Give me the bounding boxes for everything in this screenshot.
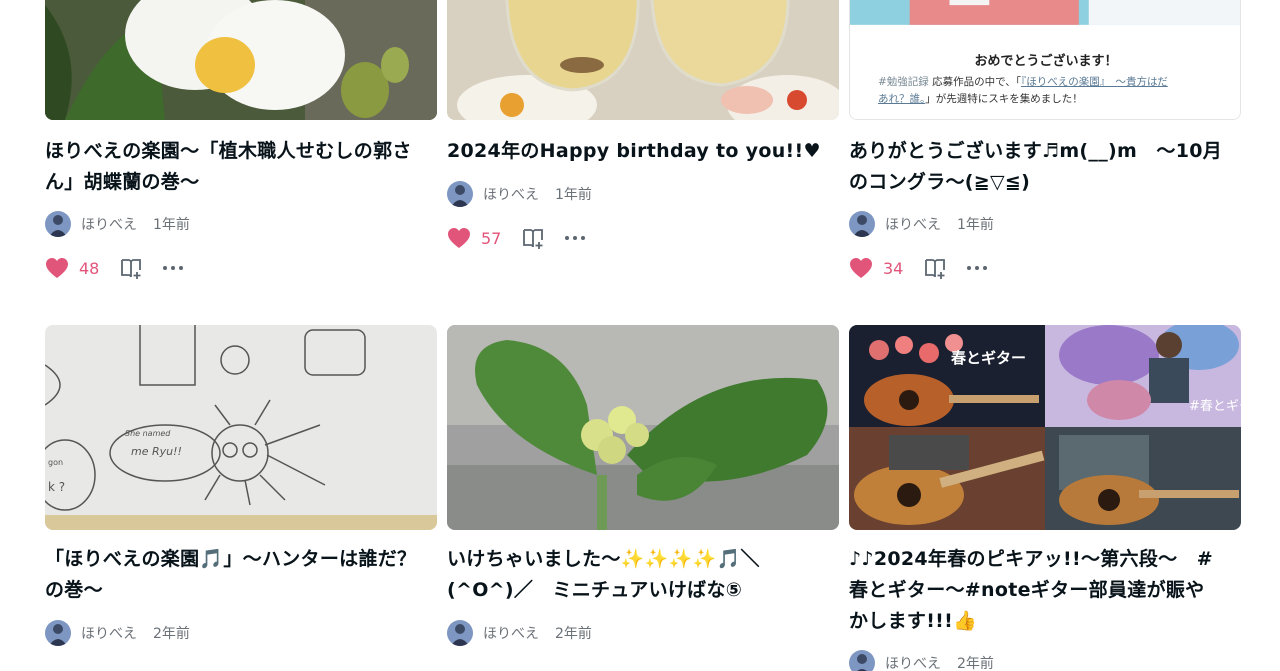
more-dots-icon[interactable]	[161, 256, 185, 280]
card-thumbnail[interactable]	[447, 325, 839, 530]
post-time: 1年前	[555, 187, 592, 203]
bookmark-add-icon[interactable]	[521, 226, 545, 250]
card-meta: ほりべえ 1年前	[447, 181, 592, 207]
title-line: 「ほりべえの楽園🎵」〜ハンターは誰だ？	[45, 548, 417, 570]
avatar[interactable]	[447, 181, 473, 207]
post-time: 2年前	[153, 626, 190, 642]
heart-icon[interactable]	[849, 257, 873, 279]
drawing-text: me Ryu!!	[131, 445, 182, 458]
title-line: のコングラ〜(≧▽≦)	[849, 171, 1031, 193]
article-link: あれ？誰。	[878, 93, 926, 105]
like-count: 48	[79, 258, 100, 278]
author-name[interactable]: ほりべえ	[483, 184, 539, 204]
avatar[interactable]	[447, 620, 473, 646]
drawing-text: k ?	[48, 480, 66, 494]
congrats-text: 」が先週特にスキを集めました！	[925, 93, 1083, 105]
card-title[interactable]: 「ほりべえの楽園🎵」〜ハンターは誰だ？ の巻〜	[45, 544, 437, 606]
tag-link: #勉強記録	[878, 76, 929, 88]
thumb-overlay-text: 春とギター	[951, 349, 1027, 367]
card-title[interactable]: ほりべえの楽園〜「植木職人せむしの郭さ ん」胡蝶蘭の巻〜	[45, 136, 437, 198]
card-title[interactable]: いけちゃいました〜✨✨✨✨🎵＼ (^O^)／ ミニチュアいけばな⑤	[447, 544, 839, 606]
congrats-text: 応募作品の中で、「	[932, 76, 1021, 88]
heart-icon[interactable]	[447, 227, 471, 249]
card-actions: 34	[849, 255, 989, 281]
author-name[interactable]: ほりべえ	[81, 623, 137, 643]
card-thumbnail[interactable]: おめでとうございます！ #勉強記録 応募作品の中で、「『ほりべえの楽園』 〜貴方…	[849, 0, 1241, 120]
thumb-overlay-text: #春とギタ	[1189, 399, 1241, 414]
title-line: 2024年のHappy birthday to you!!♥	[447, 140, 821, 162]
author-name[interactable]: ほりべえ	[885, 214, 941, 234]
author-name[interactable]: ほりべえ	[885, 653, 941, 671]
avatar[interactable]	[849, 650, 875, 671]
more-dots-icon[interactable]	[965, 256, 989, 280]
card-title[interactable]: 2024年のHappy birthday to you!!♥	[447, 136, 839, 167]
drawing-text: gon	[48, 458, 64, 467]
card-meta: ほりべえ 2年前	[849, 650, 994, 671]
author-name[interactable]: ほりべえ	[81, 214, 137, 234]
title-line: ありがとうございます♬m(__)m 〜10月	[849, 140, 1223, 162]
heart-icon[interactable]	[45, 257, 69, 279]
avatar[interactable]	[849, 211, 875, 237]
card-thumbnail[interactable]	[447, 0, 839, 120]
title-line: かします!!!👍	[849, 610, 978, 632]
title-line: の巻〜	[45, 579, 103, 601]
congrats-line2: あれ？誰。」が先週特にスキを集めました！	[878, 91, 1228, 106]
card-actions: 48	[45, 255, 185, 281]
card-title[interactable]: ありがとうございます♬m(__)m 〜10月 のコングラ〜(≧▽≦)	[849, 136, 1241, 198]
post-time: 2年前	[555, 626, 592, 642]
title-line: 春とギター〜#noteギター部員達が賑や	[849, 579, 1205, 601]
card-meta: ほりべえ 1年前	[849, 211, 994, 237]
title-line: (^O^)／ ミニチュアいけばな⑤	[447, 579, 743, 601]
card-title[interactable]: ♪♪2024年春のピキアッ!!〜第六段〜 # 春とギター〜#noteギター部員達…	[849, 544, 1241, 637]
author-name[interactable]: ほりべえ	[483, 623, 539, 643]
congrats-heading: おめでとうございます！	[974, 54, 1118, 69]
title-line: ん」胡蝶蘭の巻〜	[45, 171, 200, 193]
post-time: 1年前	[957, 217, 994, 233]
bookmark-add-icon[interactable]	[119, 256, 143, 280]
title-line: いけちゃいました〜✨✨✨✨🎵＼	[447, 548, 760, 570]
card-meta: ほりべえ 2年前	[447, 620, 592, 646]
post-time: 2年前	[957, 656, 994, 671]
article-link: 『ほりべえの楽園』 〜貴方はだ	[1021, 76, 1168, 88]
card-thumbnail[interactable]: 春とギター #春とギタ	[849, 325, 1241, 530]
card-thumbnail[interactable]: She named me Ryu!! gon k ?	[45, 325, 437, 530]
card-thumbnail[interactable]	[45, 0, 437, 120]
avatar[interactable]	[45, 211, 71, 237]
like-count: 57	[481, 228, 502, 248]
avatar[interactable]	[45, 620, 71, 646]
congrats-line1: #勉強記録 応募作品の中で、「『ほりべえの楽園』 〜貴方はだ	[878, 74, 1228, 89]
card-meta: ほりべえ 1年前	[45, 211, 190, 237]
drawing-text: She named	[125, 429, 171, 438]
bookmark-add-icon[interactable]	[923, 256, 947, 280]
card-actions: 57	[447, 225, 587, 251]
card-meta: ほりべえ 2年前	[45, 620, 190, 646]
title-line: ほりべえの楽園〜「植木職人せむしの郭さ	[45, 140, 412, 162]
like-count: 34	[883, 258, 904, 278]
post-time: 1年前	[153, 217, 190, 233]
more-dots-icon[interactable]	[563, 226, 587, 250]
title-line: ♪♪2024年春のピキアッ!!〜第六段〜 #	[849, 548, 1213, 570]
